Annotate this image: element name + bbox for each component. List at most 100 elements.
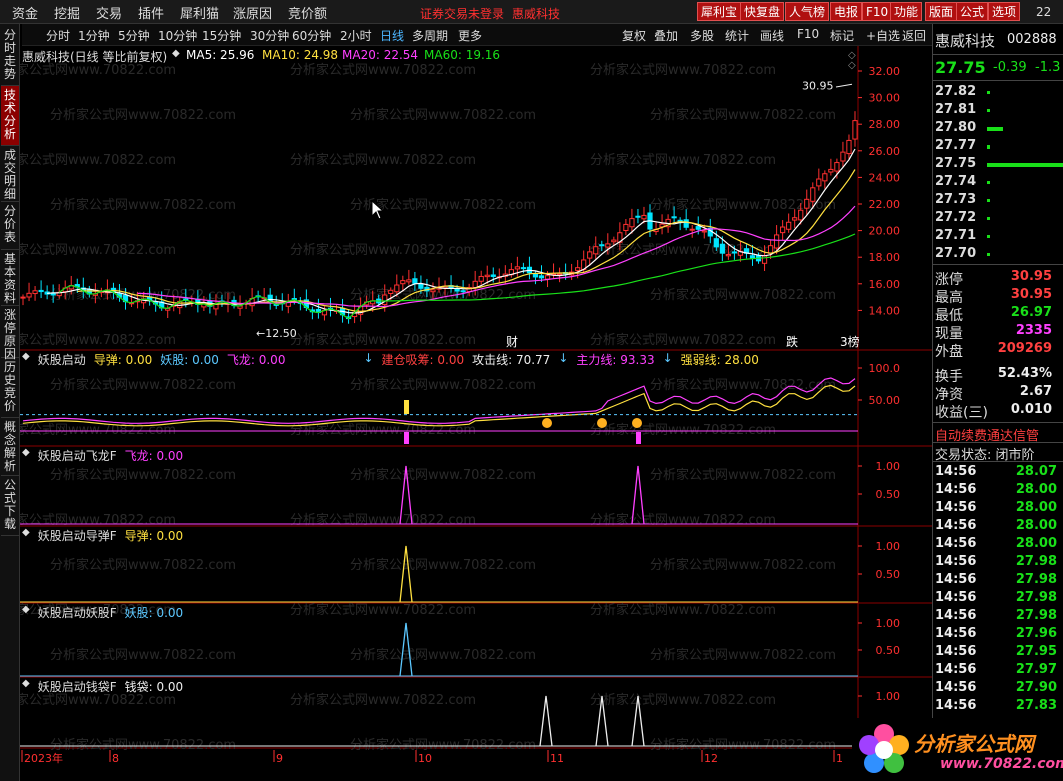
side-tab-7[interactable]: 概念解析: [1, 418, 19, 476]
timeframe-7[interactable]: 2小时: [340, 27, 372, 44]
toolbar-button-5[interactable]: 功能: [890, 2, 923, 21]
watermark-text: 分析家公式网www.70822.com: [590, 62, 776, 78]
toolbar-button-8[interactable]: 选项: [988, 2, 1021, 21]
tick-price: 27.83: [1015, 698, 1057, 713]
side-tab-4[interactable]: 基本资料: [1, 250, 19, 306]
timeframe-10[interactable]: 更多: [458, 27, 482, 44]
collapse-icon[interactable]: ◆: [22, 678, 30, 695]
menu-item-1[interactable]: 挖掘: [54, 3, 80, 22]
high-price-label: 30.95: [802, 80, 834, 93]
timeframe-0[interactable]: 分时: [46, 27, 70, 44]
signal-bar: [404, 400, 409, 414]
collapse-icon[interactable]: ◆: [22, 527, 30, 544]
candle-body: [460, 290, 466, 293]
candle-body: [575, 267, 581, 271]
tick-price: 27.96: [1015, 626, 1057, 641]
indicator-value: 钱袋: 0.00: [124, 680, 184, 694]
watermark-text: 分析家公式网www.70822.com: [350, 557, 536, 573]
tool-6[interactable]: 标记: [830, 27, 854, 44]
login-notice[interactable]: 证券交易未登录: [420, 5, 504, 22]
collapse-icon[interactable]: ◆: [22, 351, 30, 368]
tool-7[interactable]: +自选: [866, 27, 900, 44]
tick-row: 14:56 27.83: [935, 698, 1057, 716]
toolbar-button-0[interactable]: 犀利宝: [697, 2, 742, 21]
main-axis-label: 14.00: [869, 304, 901, 317]
order-volume-bar: [987, 127, 1003, 131]
collapse-icon[interactable]: ◆: [22, 604, 30, 621]
candle-body: [412, 278, 418, 284]
toolbar-button-7[interactable]: 公式: [956, 2, 989, 21]
order-volume-bar: [987, 109, 990, 112]
stat-label: 外盘: [935, 344, 963, 360]
candle-body: [544, 275, 551, 280]
watermark-text: 分析家公式网www.70822.com: [50, 647, 236, 663]
candle-body: [852, 120, 858, 140]
candle-body: [828, 168, 834, 173]
toolbar-button-4[interactable]: F10: [862, 2, 893, 21]
stat-label: 收益(三): [935, 405, 988, 421]
indicator-value: 建仓吸筹: 0.00: [381, 353, 465, 367]
order-price: 27.74: [935, 174, 977, 189]
candle-body: [32, 290, 38, 295]
panel-name: 妖股启动导弹F: [37, 529, 117, 543]
stat-value: 2335: [1015, 323, 1052, 338]
candle-body: [816, 178, 822, 187]
timeframe-5[interactable]: 30分钟: [250, 27, 289, 44]
side-tab-1[interactable]: 技术分析: [1, 86, 19, 146]
tick-time: 14:56: [935, 482, 977, 497]
candle-body: [689, 228, 695, 231]
panel-title-4: ◆ 妖股启动钱袋F 钱袋: 0.00: [22, 678, 183, 695]
chart-area[interactable]: 分析家公式网www.70822.com 分析家公式网www.70822.com 分析…: [20, 46, 932, 781]
tool-5[interactable]: F10: [797, 27, 819, 41]
timeframe-4[interactable]: 15分钟: [202, 27, 241, 44]
timeframe-8[interactable]: 日线: [380, 27, 404, 44]
date-label: 2023年: [24, 751, 63, 765]
menu-item-3[interactable]: 插件: [138, 3, 164, 22]
tool-4[interactable]: 画线: [760, 27, 784, 44]
menu-bar: 资金 挖掘 交易 插件 犀利猫 涨原因 竞价额 证券交易未登录 惠威科技 犀利宝 快复盘 人气榜 电报 F…: [0, 0, 1063, 24]
timeframe-6[interactable]: 60分钟: [292, 27, 331, 44]
date-label: 11: [550, 752, 564, 765]
toolbar-button-6[interactable]: 版面: [925, 2, 958, 21]
toolbar-button-2[interactable]: 人气榜: [785, 2, 830, 21]
tool-2[interactable]: 多股: [690, 27, 714, 44]
watermark-text: 分析家公式网www.70822.com: [290, 602, 476, 618]
menu-item-2[interactable]: 交易: [96, 3, 122, 22]
menu-item-4[interactable]: 犀利猫: [180, 3, 219, 22]
tool-8[interactable]: 返回: [902, 27, 926, 44]
timeframe-9[interactable]: 多周期: [412, 27, 448, 44]
timeframe-1[interactable]: 1分钟: [78, 27, 110, 44]
side-tab-5[interactable]: 涨停原因: [1, 306, 19, 361]
watermark-text: 分析家公式网www.70822.com: [650, 467, 836, 483]
side-tab-8[interactable]: 公式下载: [1, 476, 19, 536]
stock-link[interactable]: 惠威科技: [512, 5, 560, 22]
toolbar-button-1[interactable]: 快复盘: [740, 2, 785, 21]
watermark-text: 分析家公式网www.70822.com: [650, 557, 836, 573]
logo-text: 分析家公式网: [914, 732, 1034, 756]
side-tab-2[interactable]: 成交明细: [1, 146, 19, 202]
menu-item-6[interactable]: 竞价额: [288, 3, 327, 22]
timeframe-2[interactable]: 5分钟: [118, 27, 150, 44]
tick-time: 14:56: [935, 680, 977, 695]
tool-0[interactable]: 复权: [622, 27, 646, 44]
tick-row: 14:56 27.98: [935, 608, 1057, 626]
side-tab-6[interactable]: 历史竞价: [1, 358, 19, 418]
tool-3[interactable]: 统计: [725, 27, 749, 44]
toolbar-button-3[interactable]: 电报: [830, 2, 863, 21]
main-axis-label: 24.00: [869, 171, 901, 184]
collapse-icon[interactable]: ◆: [22, 447, 30, 464]
order-book-row: 27.81: [935, 102, 1060, 120]
main-axis-label: 22.00: [869, 198, 901, 211]
collapse-icon[interactable]: ◆: [172, 48, 180, 59]
event-marker-1: 跌: [786, 334, 798, 349]
order-price: 27.73: [935, 192, 977, 207]
side-tab-0[interactable]: 分时走势: [1, 26, 19, 86]
date-axis: [20, 750, 858, 766]
menu-item-5[interactable]: 涨原因: [233, 3, 272, 22]
timeframe-3[interactable]: 10分钟: [158, 27, 197, 44]
side-tab-3[interactable]: 分价表: [1, 202, 19, 250]
menu-item-0[interactable]: 资金: [12, 3, 38, 22]
tick-time: 14:56: [935, 608, 977, 623]
tool-1[interactable]: 叠加: [654, 27, 678, 44]
